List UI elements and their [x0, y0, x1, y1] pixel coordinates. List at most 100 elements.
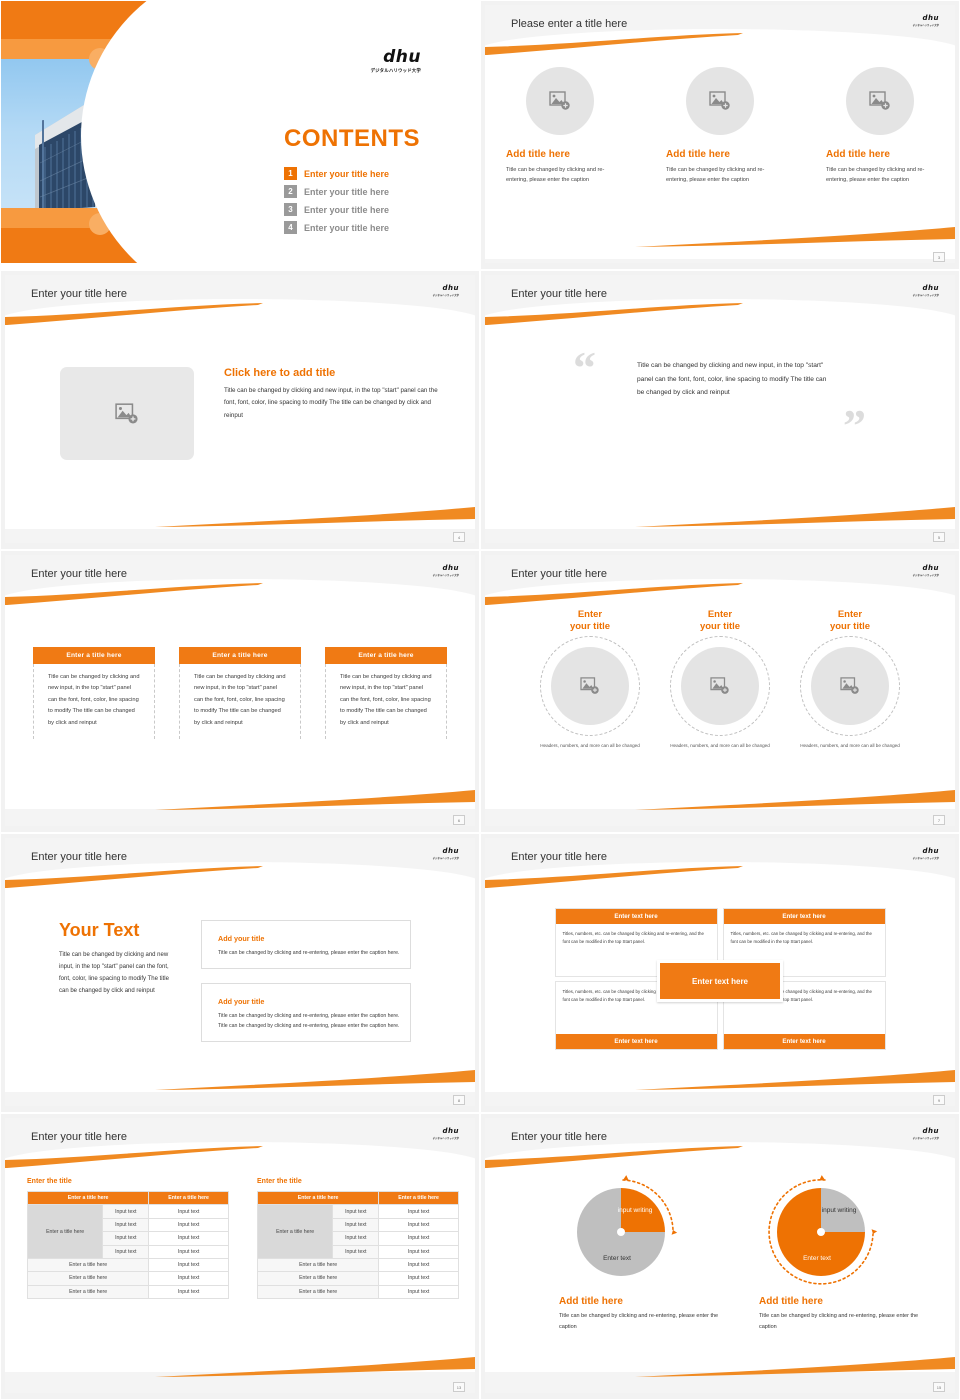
slide-four-boxes[interactable]: Enter your title here dhu デジタルハリウッド大学 En… — [480, 833, 960, 1113]
page-number-badge: 3 — [933, 252, 945, 262]
table-header-cell: Enter a title here — [148, 1190, 229, 1206]
table-cell: Enter a title here — [256, 1284, 380, 1300]
pie-caption: Title can be changed by clicking and re-… — [559, 1313, 719, 1330]
card-body: Title can be changed by clicking and re-… — [506, 167, 605, 184]
slide-content: Enter the title Enter a title here Enter… — [5, 1164, 475, 1367]
ring-card[interactable]: Enter your title Headers, numbers, and m… — [799, 609, 901, 750]
feature-card[interactable]: Add title here Title can be changed by c… — [666, 67, 774, 186]
toc-label: Enter your title here — [304, 168, 390, 179]
logo-subtitle: デジタルハリウッド大学 — [912, 1138, 939, 1140]
image-placeholder-circle[interactable] — [846, 67, 914, 135]
column-header: Enter a title here — [325, 647, 447, 664]
table-cell: Input text — [378, 1231, 459, 1246]
ring-title: Enter your title — [829, 609, 871, 632]
table-cell: Input text — [332, 1204, 380, 1219]
table-header-cell: Enter a title here — [26, 1190, 150, 1206]
toc-item-1[interactable]: 1 Enter your title here — [284, 167, 420, 180]
slide-title[interactable]: dhu デジタルハリウッド大学 CONTENTS 1 Enter your ti… — [0, 0, 480, 270]
info-card[interactable]: Add your title Title can be changed by c… — [201, 920, 411, 970]
column-card[interactable]: Enter a title here Title can be changed … — [325, 647, 447, 740]
logo-subtitle: デジタルハリウッド大学 — [370, 68, 421, 73]
data-table[interactable]: Enter a title here Enter a title here En… — [256, 1190, 459, 1300]
toc-item-3[interactable]: 3 Enter your title here — [284, 203, 420, 216]
slide-picture-text[interactable]: Enter your title here dhu デジタルハリウッド大学 Cl… — [0, 270, 480, 550]
table-cell: Input text — [102, 1217, 150, 1233]
image-placeholder-circle[interactable] — [526, 67, 594, 135]
brand-logo: dhu デジタルハリウッド大学 — [433, 847, 459, 861]
logo-subtitle: デジタルハリウッド大学 — [432, 1138, 459, 1140]
pie-title: Add title here — [559, 1296, 623, 1307]
slide-title: Please enter a title here — [511, 18, 628, 30]
slide-title: Enter your title here — [31, 851, 127, 863]
table-cell: Input text — [332, 1231, 380, 1246]
table-row: Enter a title here Input text Input text — [26, 1204, 229, 1259]
logo-subtitle: デジタルハリウッド大学 — [432, 295, 459, 297]
pie-caption: Title can be changed by clicking and re-… — [759, 1313, 919, 1330]
dashed-ring — [800, 635, 900, 736]
image-placeholder-icon — [549, 91, 570, 110]
logo-subtitle: デジタルハリウッド大学 — [912, 295, 939, 297]
ring-card[interactable]: Enter your title Headers, numbers, and m… — [669, 609, 771, 750]
ring-card[interactable]: Enter your title Headers, numbers, and m… — [539, 609, 641, 750]
feature-card[interactable]: Add title here Title can be changed by c… — [826, 67, 934, 186]
image-placeholder-circle[interactable] — [551, 646, 629, 725]
slide-content: Enter your title Headers, numbers, and m… — [485, 601, 955, 800]
table-cell: Input text — [332, 1244, 380, 1259]
column-body: Title can be changed by clicking and new… — [325, 664, 447, 740]
table-cell: Enter a title here — [256, 1271, 380, 1286]
slide-content: Your Text Title can be changed by clicki… — [5, 884, 475, 1080]
slide-quote[interactable]: Enter your title here dhu デジタルハリウッド大学 “ … — [480, 270, 960, 550]
image-placeholder-box[interactable] — [60, 367, 194, 460]
table-header-row: Enter a title here Enter a title here — [256, 1190, 459, 1206]
column-card[interactable]: Enter a title here Title can be changed … — [179, 647, 301, 740]
slide-your-text[interactable]: Enter your title here dhu デジタルハリウッド大学 Yo… — [0, 833, 480, 1113]
column-body: Title can be changed by clicking and new… — [33, 664, 155, 740]
pie-slice-label: input writing — [618, 1207, 653, 1214]
image-placeholder-circle[interactable] — [681, 646, 759, 725]
slide-tables[interactable]: Enter your title here dhu デジタルハリウッド大学 En… — [0, 1113, 480, 1400]
table-row: Enter a title here Input text — [256, 1284, 459, 1300]
page-number-badge: 5 — [933, 532, 945, 542]
slide-content: input writing Enter text Add title here … — [485, 1164, 955, 1367]
pie-card-1[interactable]: input writing Enter text Add title here … — [559, 1172, 719, 1333]
table-cell: Input text — [148, 1217, 229, 1233]
pie-title: Add title here — [759, 1296, 823, 1307]
content-body: Title can be changed by clicking and new… — [224, 387, 438, 419]
data-table[interactable]: Enter a title here Enter a title here En… — [26, 1190, 229, 1300]
image-placeholder-circle[interactable] — [686, 67, 754, 135]
toc-item-4[interactable]: 4 Enter your title here — [284, 221, 420, 234]
page-number-badge: 13 — [453, 1382, 465, 1392]
slide-pie-charts[interactable]: Enter your title here dhu デジタルハリウッド大学 in… — [480, 1113, 960, 1400]
slide-three-rings[interactable]: Enter your title here dhu デジタルハリウッド大学 En… — [480, 550, 960, 833]
page-number-badge: 8 — [453, 1095, 465, 1105]
pie-card-2[interactable]: input writing Enter text Add title here … — [759, 1172, 919, 1333]
pie-rest-label: Enter text — [803, 1255, 831, 1262]
box-header: Enter text here — [555, 909, 717, 924]
slide-content: Add title here Title can be changed by c… — [485, 51, 955, 237]
table-header-cell: Enter a title here — [378, 1190, 459, 1206]
center-label-box[interactable]: Enter text here — [657, 960, 783, 1002]
slide-three-columns[interactable]: Enter your title here dhu デジタルハリウッド大学 En… — [0, 550, 480, 833]
contents-block: CONTENTS 1 Enter your title here 2 Enter… — [284, 125, 420, 239]
table-cell: Enter a title here — [256, 1257, 380, 1273]
image-placeholder-circle[interactable] — [811, 646, 889, 725]
info-card[interactable]: Add your title Title can be changed by c… — [201, 983, 411, 1043]
page-number-badge: 9 — [933, 1095, 945, 1105]
pie-slice-label: input writing — [822, 1207, 857, 1214]
box-header: Enter text here — [723, 909, 885, 924]
card-body: Title can be changed by clicking and re-… — [218, 950, 400, 956]
toc-item-2[interactable]: 2 Enter your title here — [284, 185, 420, 198]
big-body: Title can be changed by clicking and new… — [59, 952, 169, 994]
slide-title: Enter your title here — [511, 851, 607, 863]
logo-wordmark: dhu — [442, 564, 459, 572]
table-caption: Enter the title — [257, 1178, 302, 1185]
column-card[interactable]: Enter a title here Title can be changed … — [33, 647, 155, 740]
quote-close-icon: ” — [843, 400, 866, 451]
logo-wordmark: dhu — [442, 847, 459, 855]
white-curve-mask — [81, 1, 201, 263]
feature-card[interactable]: Add title here Title can be changed by c… — [506, 67, 614, 186]
table-cell: Input text — [148, 1284, 229, 1300]
slide-three-circles[interactable]: Please enter a title here dhu デジタルハリウッド大… — [480, 0, 960, 270]
slide-title: Enter your title here — [511, 288, 607, 300]
toc-number: 2 — [284, 185, 297, 198]
